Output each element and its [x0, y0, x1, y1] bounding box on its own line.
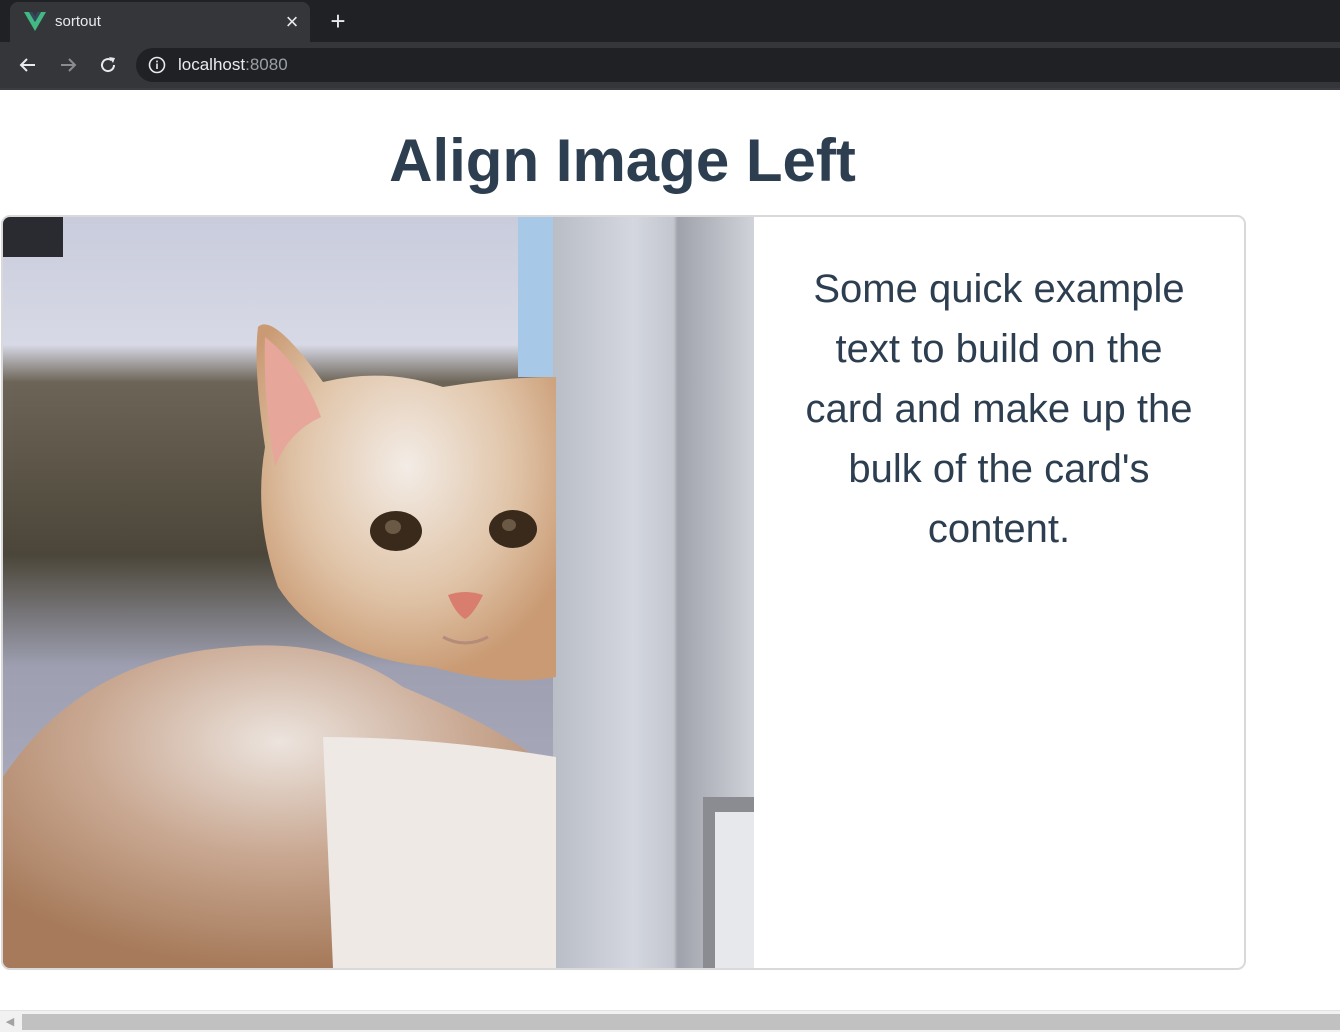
tab-strip: sortout × + [0, 0, 1340, 42]
kitten-photo [3, 217, 754, 968]
browser-toolbar: localhost:8080 [0, 42, 1340, 88]
reload-icon [101, 57, 116, 73]
arrow-right-icon [61, 58, 77, 72]
card: Some quick example text to build on the … [1, 215, 1246, 970]
back-button[interactable] [13, 50, 43, 80]
forward-button[interactable] [53, 50, 83, 80]
horizontal-scrollbar[interactable]: ◀ [0, 1010, 1340, 1032]
url-host: localhost [178, 55, 246, 74]
scroll-left-icon[interactable]: ◀ [0, 1011, 20, 1033]
url-text: localhost:8080 [178, 55, 288, 75]
browser-tab[interactable]: sortout × [10, 2, 310, 42]
url-port: :8080 [245, 55, 288, 74]
scroll-thumb[interactable] [22, 1014, 1340, 1030]
toolbar-divider [0, 88, 1340, 90]
arrow-left-icon [19, 58, 35, 72]
tab-title: sortout [55, 13, 101, 30]
plus-icon[interactable]: + [325, 8, 351, 34]
reload-button[interactable] [93, 50, 123, 80]
card-body: Some quick example text to build on the … [754, 217, 1244, 968]
vue-logo-icon [24, 12, 46, 31]
close-icon[interactable]: × [280, 10, 304, 34]
address-bar[interactable]: localhost:8080 [136, 48, 1340, 82]
info-icon [148, 56, 166, 74]
page-title: Align Image Left [389, 127, 856, 194]
card-text: Some quick example text to build on the … [805, 267, 1193, 551]
